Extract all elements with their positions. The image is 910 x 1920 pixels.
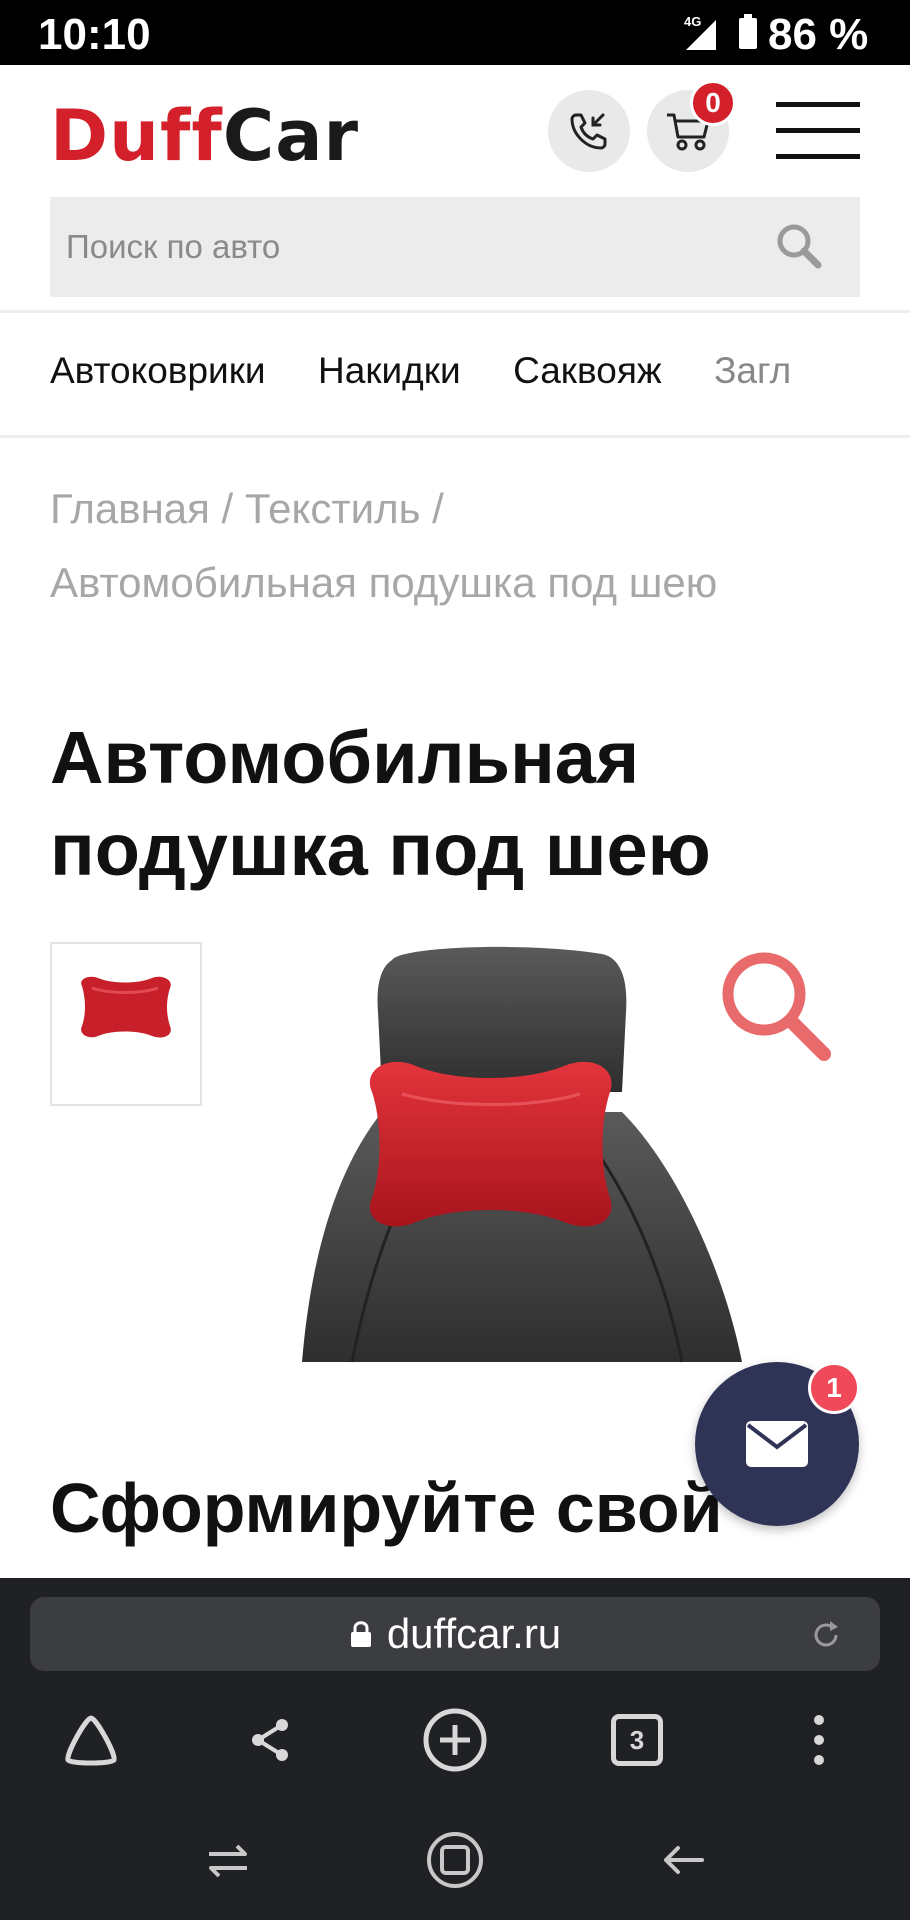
product-thumbnail[interactable] — [50, 942, 202, 1106]
category-item[interactable]: Накидки — [318, 350, 461, 391]
address-bar[interactable]: duffcar.ru — [30, 1597, 880, 1671]
site-logo[interactable]: DuffCar — [50, 95, 359, 177]
tabs-icon: 3 — [611, 1714, 663, 1766]
logo-part-duff: Duff — [50, 95, 223, 177]
url-text: duffcar.ru — [386, 1610, 562, 1657]
page-title: Автомобильная подушка под шею — [50, 716, 711, 891]
phone-icon — [570, 113, 607, 150]
category-item[interactable]: Саквояж — [513, 350, 662, 391]
more-menu-button[interactable] — [784, 1705, 854, 1775]
divider — [0, 435, 910, 438]
new-tab-icon — [423, 1708, 487, 1772]
product-main-image[interactable] — [202, 942, 860, 1364]
breadcrumb-current: Автомобильная подушка под шею — [50, 559, 718, 606]
home-nav-button[interactable] — [420, 1825, 490, 1895]
search-icon[interactable] — [772, 219, 828, 275]
signal-icon — [686, 20, 716, 50]
breadcrumb-separator: / — [432, 485, 444, 532]
call-button[interactable] — [548, 90, 630, 172]
reload-icon[interactable] — [808, 1617, 844, 1653]
search-input[interactable] — [66, 197, 766, 297]
tab-count: 3 — [629, 1724, 645, 1755]
breadcrumb-separator: / — [221, 485, 234, 532]
breadcrumb: Главная / Текстиль / Автомобильная подуш… — [50, 472, 860, 620]
battery-icon — [739, 14, 757, 49]
zoom-icon[interactable] — [712, 942, 842, 1072]
menu-icon — [776, 102, 860, 107]
new-tab-button[interactable] — [420, 1705, 490, 1775]
recent-apps-icon — [209, 1844, 247, 1878]
breadcrumb-section[interactable]: Текстиль — [245, 485, 421, 532]
cart-count-badge: 0 — [690, 80, 736, 126]
mail-icon — [746, 1421, 808, 1467]
category-nav: Автоковрики Накидки Саквояж Загл — [50, 350, 910, 400]
battery-percent: 86 % — [768, 10, 869, 59]
category-item[interactable]: Загл — [714, 350, 791, 391]
section-heading: Сформируйте свой — [50, 1469, 723, 1547]
menu-icon-bar — [776, 128, 860, 133]
recent-apps-button[interactable] — [193, 1825, 263, 1895]
share-icon — [252, 1719, 288, 1761]
tabs-button[interactable]: 3 — [602, 1705, 672, 1775]
home-icon — [65, 1715, 117, 1766]
pillow-thumbnail-image — [81, 976, 171, 1038]
menu-button[interactable] — [776, 100, 860, 160]
home-nav-icon — [427, 1832, 483, 1888]
chat-notification-badge: 1 — [808, 1362, 860, 1414]
back-button[interactable] — [648, 1825, 718, 1895]
menu-icon-bar — [776, 154, 860, 159]
back-icon — [664, 1846, 704, 1874]
home-button[interactable] — [56, 1705, 126, 1775]
status-time: 10:10 — [38, 10, 151, 59]
lock-icon — [350, 1621, 371, 1647]
status-bar: 10:10 4G 86 % — [0, 0, 910, 65]
breadcrumb-home[interactable]: Главная — [50, 485, 210, 532]
logo-part-car: Car — [222, 95, 359, 177]
share-button[interactable] — [236, 1705, 306, 1775]
more-icon — [814, 1715, 824, 1765]
search-bar — [50, 197, 860, 297]
divider — [0, 310, 910, 313]
category-item[interactable]: Автоковрики — [50, 350, 266, 391]
